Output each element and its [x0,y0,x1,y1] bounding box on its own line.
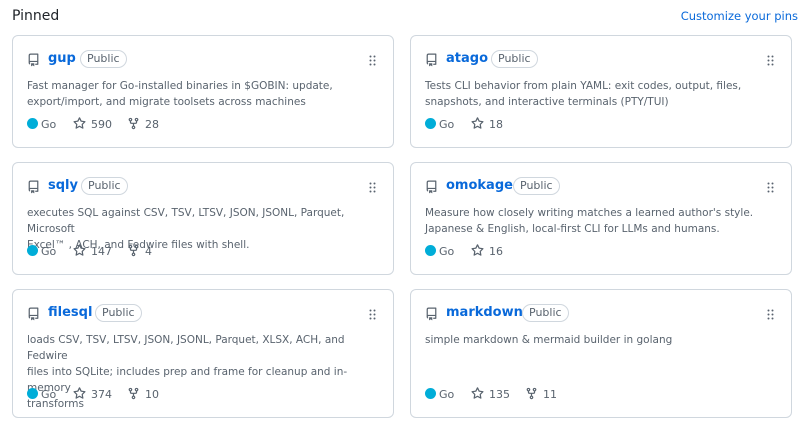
fork-icon [526,387,537,400]
language-color-dot [27,245,38,256]
grabber-icon[interactable] [369,55,377,66]
grabber-icon[interactable] [369,309,377,320]
forks-count: 28 [145,118,159,131]
grabber-icon[interactable] [767,309,775,320]
repo-icon [28,307,39,321]
repo-icon [426,53,437,67]
stars-link[interactable]: 135 [471,387,510,403]
stars-count: 374 [91,388,112,401]
forks-count: 11 [543,388,557,401]
grabber-icon[interactable] [767,55,775,66]
repo-icon [28,180,39,194]
pinned-repo-card: atago Public Tests CLI behavior from pla… [410,35,792,148]
forks-link[interactable]: 10 [127,387,159,403]
description-line: loads CSV, TSV, LTSV, JSON, JSONL, Parqu… [27,334,345,362]
forks-count: 4 [145,245,152,258]
stars-link[interactable]: 374 [73,387,112,403]
fork-icon [128,387,139,400]
fork-icon [128,244,139,257]
repo-name-link[interactable]: gup [48,51,76,66]
description-line: Tests CLI behavior from plain YAML: exit… [425,80,742,92]
grabber-icon[interactable] [369,182,377,193]
language-label: Go [439,388,455,401]
forks-link[interactable]: 11 [525,387,557,403]
stars-count: 590 [91,118,112,131]
repo-name-link[interactable]: omokage [446,178,513,193]
repo-description: Measure how closely writing matches a le… [425,205,777,237]
description-line: Measure how closely writing matches a le… [425,207,754,219]
language-item: Go [425,117,454,133]
repo-description: Fast manager for Go-installed binaries i… [27,78,379,110]
star-icon [471,387,484,399]
language-label: Go [439,118,455,131]
repo-description: simple markdown & mermaid builder in gol… [425,332,777,348]
description-line: Japanese & English, local-first CLI for … [425,223,720,235]
star-icon [471,117,484,129]
repo-name-link[interactable]: filesql [48,305,92,320]
visibility-badge: Public [513,177,560,195]
pinned-repo-card: omokage Public Measure how closely writi… [410,162,792,275]
language-label: Go [439,245,455,258]
description-line: export/import, and migrate toolsets acro… [27,96,306,108]
language-item: Go [27,117,56,133]
pinned-repo-card: markdown Public simple markdown & mermai… [410,289,792,418]
visibility-badge: Public [80,50,127,68]
language-color-dot [425,245,436,256]
forks-count: 10 [145,388,159,401]
repo-name-link[interactable]: markdown [446,305,523,320]
description-line: simple markdown & mermaid builder in gol… [425,334,673,346]
repo-description: Tests CLI behavior from plain YAML: exit… [425,78,777,110]
forks-link[interactable]: 28 [127,117,159,133]
pinned-repo-card: filesql Public loads CSV, TSV, LTSV, JSO… [12,289,394,418]
language-item: Go [27,387,56,403]
description-line: Fast manager for Go-installed binaries i… [27,80,333,92]
language-color-dot [27,118,38,129]
language-label: Go [41,118,57,131]
repo-icon [426,307,437,321]
description-line: executes SQL against CSV, TSV, LTSV, JSO… [27,207,345,235]
stars-count: 135 [489,388,510,401]
stars-count: 16 [489,245,503,258]
pinned-repo-card: gup Public Fast manager for Go-installed… [12,35,394,148]
grabber-icon[interactable] [767,182,775,193]
stars-count: 147 [91,245,112,258]
star-icon [73,387,86,399]
visibility-badge: Public [81,177,128,195]
language-label: Go [41,388,57,401]
pinned-repo-card: sqly Public executes SQL against CSV, TS… [12,162,394,275]
language-color-dot [425,388,436,399]
star-icon [471,244,484,256]
description-line: snapshots, and interactive terminals (PT… [425,96,669,108]
language-label: Go [41,245,57,258]
fork-icon [128,117,139,130]
customize-pins-link[interactable]: Customize your pins [681,9,798,23]
language-color-dot [425,118,436,129]
stars-count: 18 [489,118,503,131]
repo-icon [28,53,39,67]
language-item: Go [425,387,454,403]
language-color-dot [27,388,38,399]
forks-link[interactable]: 4 [127,244,152,260]
language-item: Go [425,244,454,260]
stars-link[interactable]: 16 [471,244,503,260]
pinned-title: Pinned [12,8,60,24]
stars-link[interactable]: 18 [471,117,503,133]
pinned-header: Pinned Customize your pins [12,6,798,28]
repo-name-link[interactable]: atago [446,51,488,66]
language-item: Go [27,244,56,260]
repo-name-link[interactable]: sqly [48,178,78,193]
visibility-badge: Public [522,304,569,322]
visibility-badge: Public [491,50,538,68]
star-icon [73,244,86,256]
star-icon [73,117,86,129]
stars-link[interactable]: 590 [73,117,112,133]
stars-link[interactable]: 147 [73,244,112,260]
repo-icon [426,180,437,194]
visibility-badge: Public [95,304,142,322]
